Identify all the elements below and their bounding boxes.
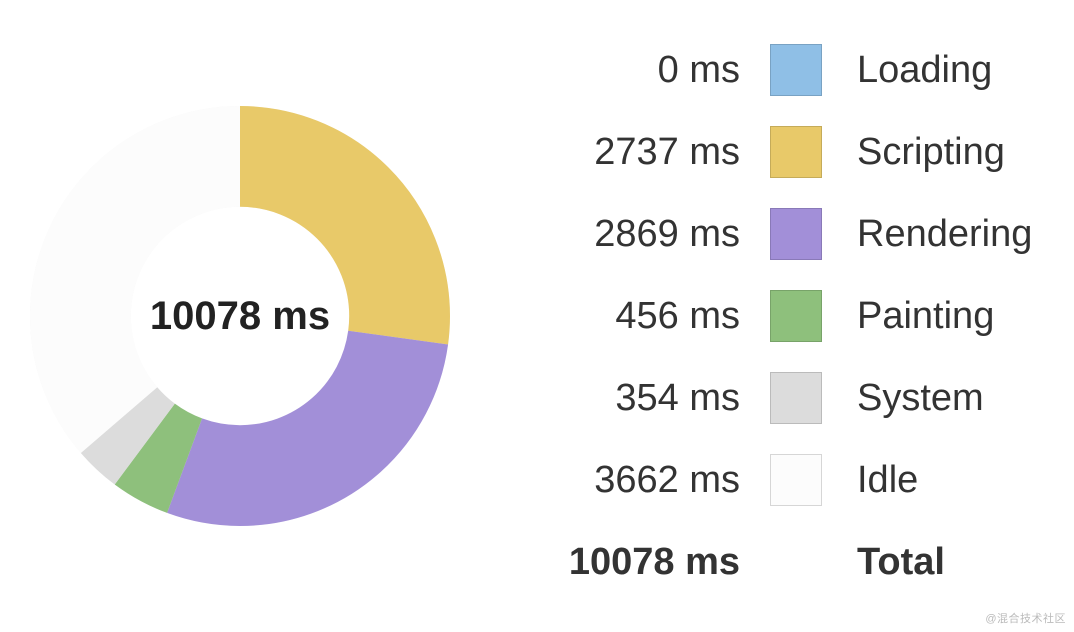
- legend-label: Scripting: [857, 131, 1005, 174]
- legend-swatch-idle: [770, 454, 822, 506]
- legend-total-label: Total: [857, 541, 945, 584]
- legend-label: Rendering: [857, 213, 1032, 256]
- legend-row-scripting: 2737 ms Scripting: [510, 125, 1034, 179]
- legend-label: Loading: [857, 49, 992, 92]
- legend-swatch-scripting: [770, 126, 822, 178]
- legend-label: Idle: [857, 459, 918, 502]
- legend-row-loading: 0 ms Loading: [510, 43, 1034, 97]
- legend-row-total: 10078 ms Total: [510, 535, 1034, 589]
- donut-chart: 10078 ms: [30, 106, 450, 526]
- legend-swatch-loading: [770, 44, 822, 96]
- legend-row-rendering: 2869 ms Rendering: [510, 207, 1034, 261]
- legend-label: Painting: [857, 295, 994, 338]
- legend-swatch-painting: [770, 290, 822, 342]
- legend-value: 2737 ms: [510, 131, 740, 174]
- donut-svg: [30, 106, 450, 526]
- watermark: @混合技术社区: [985, 610, 1066, 626]
- legend-label: System: [857, 377, 984, 420]
- legend-value: 3662 ms: [510, 459, 740, 502]
- legend-row-idle: 3662 ms Idle: [510, 453, 1034, 507]
- legend-value: 354 ms: [510, 377, 740, 420]
- legend: 0 ms Loading 2737 ms Scripting 2869 ms R…: [510, 43, 1034, 589]
- legend-swatch-rendering: [770, 208, 822, 260]
- summary-panel: 10078 ms 0 ms Loading 2737 ms Scripting …: [0, 0, 1074, 632]
- legend-value: 2869 ms: [510, 213, 740, 256]
- legend-value: 0 ms: [510, 49, 740, 92]
- legend-swatch-system: [770, 372, 822, 424]
- legend-total-value: 10078 ms: [510, 541, 740, 584]
- legend-value: 456 ms: [510, 295, 740, 338]
- legend-row-painting: 456 ms Painting: [510, 289, 1034, 343]
- legend-row-system: 354 ms System: [510, 371, 1034, 425]
